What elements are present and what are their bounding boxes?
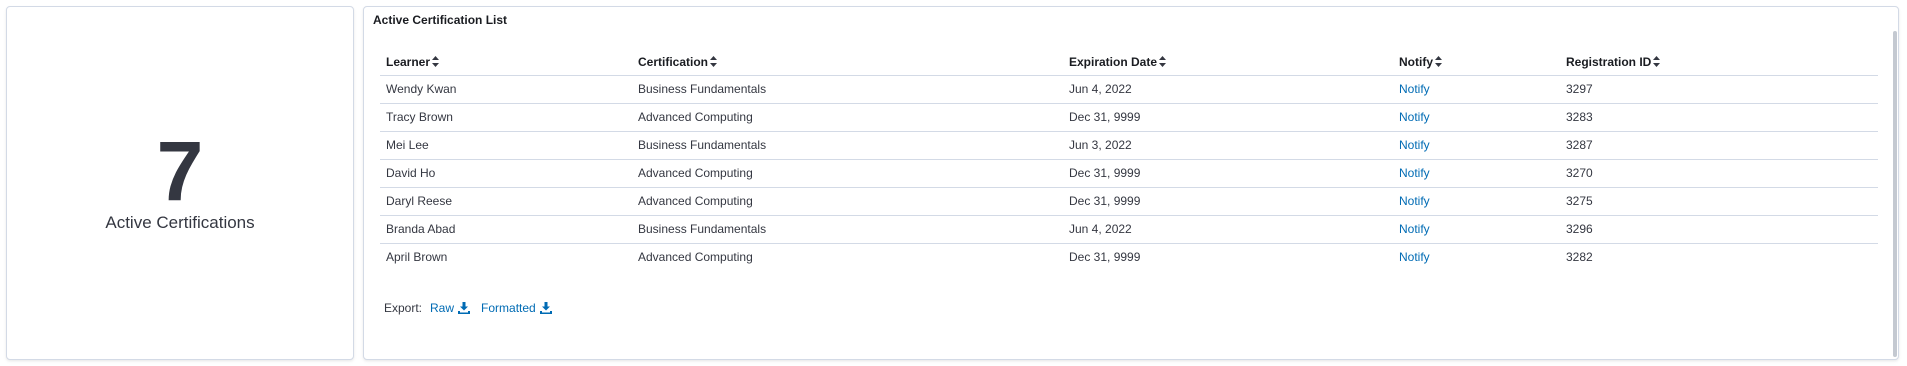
scrollbar-thumb[interactable] bbox=[1893, 31, 1897, 357]
notify-link[interactable]: Notify bbox=[1399, 222, 1430, 236]
notify-link[interactable]: Notify bbox=[1399, 138, 1430, 152]
learner-cell: Daryl Reese bbox=[380, 187, 632, 216]
certification-cell: Business Fundamentals bbox=[632, 215, 1063, 244]
export-formatted-label: Formatted bbox=[481, 301, 536, 315]
learner-cell: April Brown bbox=[386, 250, 448, 265]
sort-icon bbox=[1159, 55, 1167, 67]
learner-cell: Wendy Kwan bbox=[380, 75, 632, 104]
certification-cell: Advanced Computing bbox=[632, 159, 1063, 188]
certification-cell: Advanced Computing bbox=[638, 250, 753, 265]
certification-cell: Advanced Computing bbox=[632, 103, 1063, 132]
table-row: David Ho Advanced Computing Dec 31, 9999… bbox=[380, 159, 1878, 188]
expiration-date-cell: Dec 31, 9999 bbox=[1063, 159, 1393, 188]
export-raw-label: Raw bbox=[430, 301, 455, 315]
export-label: Export: bbox=[384, 301, 423, 315]
expiration-date-cell: Dec 31, 9999 bbox=[1063, 187, 1393, 216]
registration-id-cell: 3297 bbox=[1560, 75, 1878, 104]
metric-container: 7 Active Certifications bbox=[7, 7, 353, 359]
learner-cell: Mei Lee bbox=[380, 131, 632, 160]
registration-id-cell: 3283 bbox=[1560, 103, 1878, 132]
table-row: Tracy Brown Advanced Computing Dec 31, 9… bbox=[380, 103, 1878, 132]
column-header-label: Expiration Date bbox=[1069, 54, 1158, 69]
certification-list-panel: Active Certification List Learner Certif… bbox=[363, 6, 1899, 360]
table-row: Branda Abad Business Fundamentals Jun 4,… bbox=[380, 215, 1878, 244]
notify-link[interactable]: Notify bbox=[1399, 82, 1430, 96]
registration-id-cell: 3296 bbox=[1560, 215, 1878, 244]
table-header-row: Learner Certification Expiration Date No… bbox=[380, 49, 1878, 76]
sort-icon bbox=[1653, 55, 1661, 67]
expiration-date-cell: Jun 4, 2022 bbox=[1063, 75, 1393, 104]
column-header-certification[interactable]: Certification bbox=[632, 49, 1063, 76]
column-header-label: Certification bbox=[638, 54, 709, 69]
column-header-label: Learner bbox=[386, 54, 431, 69]
learner-cell: Branda Abad bbox=[380, 215, 632, 244]
column-header-expiration-date[interactable]: Expiration Date bbox=[1063, 49, 1393, 76]
expiration-date-cell: Dec 31, 9999 bbox=[1069, 250, 1141, 265]
download-icon bbox=[539, 302, 552, 314]
notify-link[interactable]: Notify bbox=[1399, 166, 1430, 180]
registration-id-cell: 3282 bbox=[1566, 250, 1593, 265]
export-formatted-button[interactable]: Formatted bbox=[481, 301, 552, 315]
sort-icon bbox=[1435, 55, 1442, 67]
notify-link[interactable]: Notify bbox=[1399, 110, 1430, 124]
certification-cell: Business Fundamentals bbox=[632, 75, 1063, 104]
export-raw-button[interactable]: Raw bbox=[430, 301, 471, 315]
learner-cell: Tracy Brown bbox=[380, 103, 632, 132]
expiration-date-cell: Jun 3, 2022 bbox=[1063, 131, 1393, 160]
metric-label: Active Certifications bbox=[105, 213, 255, 232]
registration-id-cell: 3270 bbox=[1560, 159, 1878, 188]
table-row: Daryl Reese Advanced Computing Dec 31, 9… bbox=[380, 187, 1878, 216]
download-icon bbox=[458, 302, 471, 314]
registration-id-cell: 3287 bbox=[1560, 131, 1878, 160]
metric-value: 7 bbox=[156, 124, 204, 218]
sort-icon bbox=[432, 55, 440, 67]
expiration-date-cell: Dec 31, 9999 bbox=[1063, 103, 1393, 132]
column-header-registration-id[interactable]: Registration ID bbox=[1560, 49, 1878, 76]
expiration-date-cell: Jun 4, 2022 bbox=[1063, 215, 1393, 244]
column-header-label: Registration ID bbox=[1566, 54, 1652, 69]
table-row: Mei Lee Business Fundamentals Jun 3, 202… bbox=[380, 131, 1878, 160]
certification-cell: Business Fundamentals bbox=[632, 131, 1063, 160]
column-header-notify[interactable]: Notify bbox=[1393, 49, 1560, 76]
certification-cell: Advanced Computing bbox=[632, 187, 1063, 216]
sort-icon bbox=[710, 55, 718, 67]
table-row: April Brown Advanced Computing Dec 31, 9… bbox=[380, 243, 1878, 271]
column-header-learner[interactable]: Learner bbox=[380, 49, 632, 76]
scrollbar[interactable] bbox=[1892, 7, 1898, 359]
column-header-label: Notify bbox=[1399, 54, 1433, 69]
notify-link[interactable]: Notify bbox=[1399, 250, 1430, 264]
learner-cell: David Ho bbox=[380, 159, 632, 188]
registration-id-cell: 3275 bbox=[1560, 187, 1878, 216]
certification-table: Learner Certification Expiration Date No… bbox=[380, 49, 1878, 271]
export-bar: Export: Raw Formatted bbox=[384, 301, 563, 315]
panel-title: Active Certification List bbox=[373, 13, 508, 27]
table-row: Wendy Kwan Business Fundamentals Jun 4, … bbox=[380, 75, 1878, 104]
notify-link[interactable]: Notify bbox=[1399, 194, 1430, 208]
metric-panel: 7 Active Certifications bbox=[6, 6, 354, 360]
